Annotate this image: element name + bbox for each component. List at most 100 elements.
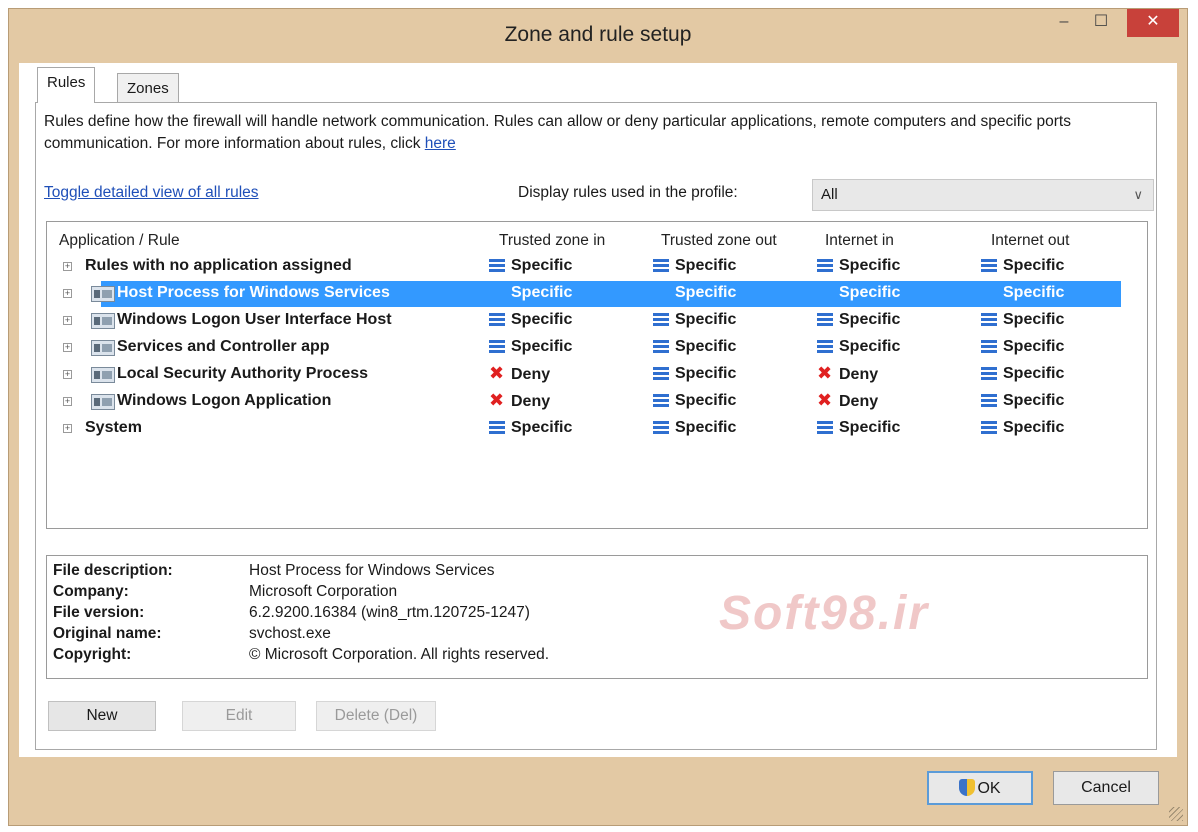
rule-cell-trusted-out[interactable]: Specific bbox=[653, 284, 736, 302]
rule-cell-trusted-in[interactable]: ✖ Deny bbox=[489, 391, 550, 411]
rule-cell-value: Specific bbox=[1003, 284, 1065, 301]
rule-cell-value: Specific bbox=[511, 284, 573, 301]
rule-cell-internet-out[interactable]: Specific bbox=[981, 311, 1064, 329]
rule-cell-internet-out[interactable]: Specific bbox=[981, 392, 1064, 410]
specific-rule-icon bbox=[489, 312, 505, 326]
column-header-internet-out[interactable]: Internet out bbox=[991, 232, 1069, 250]
rule-cell-trusted-out[interactable]: Specific bbox=[653, 257, 736, 275]
application-icon bbox=[91, 394, 115, 410]
expand-icon[interactable]: + bbox=[63, 262, 72, 271]
rule-cell-trusted-in[interactable]: ✖ Deny bbox=[489, 363, 550, 384]
rule-cell-value: Specific bbox=[511, 338, 573, 355]
rule-cell-internet-out[interactable]: Specific bbox=[981, 338, 1064, 356]
maximize-button[interactable]: ☐ bbox=[1081, 9, 1121, 37]
rule-name: Services and Controller app bbox=[117, 338, 330, 355]
more-info-link[interactable]: here bbox=[425, 135, 456, 152]
detail-label: File version: bbox=[53, 604, 145, 621]
application-icon bbox=[91, 340, 115, 356]
specific-rule-icon bbox=[981, 339, 997, 353]
column-header-trusted-in[interactable]: Trusted zone in bbox=[499, 232, 605, 250]
rule-row[interactable]: + Windows Logon User Interface Host Specif… bbox=[47, 308, 1123, 334]
rule-name: Windows Logon Application bbox=[117, 392, 332, 409]
edit-rule-button[interactable]: Edit bbox=[182, 701, 296, 731]
rule-cell-value: Specific bbox=[1003, 311, 1065, 328]
dialog-client-area: Rules Zones Rules define how the firewal… bbox=[19, 63, 1177, 757]
rule-cell-trusted-in[interactable]: Specific bbox=[489, 338, 572, 356]
rule-name: System bbox=[85, 419, 142, 436]
rule-cell-trusted-in[interactable]: Specific bbox=[489, 257, 572, 275]
rule-row[interactable]: + Rules with no application assigned Speci… bbox=[47, 254, 1123, 280]
rule-cell-internet-in[interactable]: Specific bbox=[817, 338, 900, 356]
expand-icon[interactable]: + bbox=[63, 343, 72, 352]
rule-cell-internet-out[interactable]: Specific bbox=[981, 419, 1064, 437]
rule-cell-value: Specific bbox=[1003, 392, 1065, 409]
rule-cell-internet-in[interactable]: ✖ Deny bbox=[817, 364, 878, 384]
column-header-application[interactable]: Application / Rule bbox=[59, 232, 180, 250]
rule-cell-internet-in[interactable]: ✖ Deny bbox=[817, 391, 878, 411]
rule-cell-internet-out[interactable]: Specific bbox=[981, 284, 1064, 302]
detail-label: Copyright: bbox=[53, 646, 132, 663]
rule-cell-internet-out[interactable]: Specific bbox=[981, 365, 1064, 383]
rule-cell-trusted-out[interactable]: Specific bbox=[653, 419, 736, 437]
rule-cell-internet-in[interactable]: Specific bbox=[817, 311, 900, 329]
rule-row[interactable]: + Windows Logon Application ✖ Deny Specific ✖… bbox=[47, 389, 1123, 415]
delete-rule-button[interactable]: Delete (Del) bbox=[316, 701, 436, 731]
specific-rule-icon bbox=[653, 339, 669, 353]
rule-cell-trusted-in[interactable]: Specific bbox=[489, 284, 572, 302]
profile-select[interactable]: All ∨ bbox=[812, 179, 1154, 211]
specific-rule-icon bbox=[981, 420, 997, 434]
rule-cell-value: Specific bbox=[675, 338, 737, 355]
tab-rules[interactable]: Rules bbox=[37, 67, 96, 103]
specific-rule-icon bbox=[489, 420, 505, 434]
rule-cell-internet-in[interactable]: Specific bbox=[817, 419, 900, 437]
expand-icon[interactable]: + bbox=[63, 424, 72, 433]
rule-cell-value: Specific bbox=[839, 311, 901, 328]
rule-cell-value: Specific bbox=[511, 311, 573, 328]
specific-rule-icon bbox=[489, 339, 505, 353]
detail-value: 6.2.9200.16384 (win8_rtm.120725-1247) bbox=[249, 604, 530, 621]
detail-value: svchost.exe bbox=[249, 625, 331, 642]
ok-button[interactable]: OK bbox=[927, 771, 1033, 805]
rule-cell-value: Specific bbox=[675, 365, 737, 382]
rule-name: Local Security Authority Process bbox=[117, 365, 369, 382]
expand-icon[interactable]: + bbox=[63, 370, 72, 379]
expand-icon[interactable]: + bbox=[63, 289, 72, 298]
rule-cell-trusted-out[interactable]: Specific bbox=[653, 311, 736, 329]
rules-description: Rules define how the firewall will handl… bbox=[44, 111, 1144, 155]
rule-cell-trusted-out[interactable]: Specific bbox=[653, 338, 736, 356]
rule-row[interactable]: + System Specific Specific Specific Specific bbox=[47, 416, 1123, 442]
column-header-internet-in[interactable]: Internet in bbox=[825, 232, 894, 250]
expand-icon[interactable]: + bbox=[63, 397, 72, 406]
cancel-button[interactable]: Cancel bbox=[1053, 771, 1159, 805]
specific-rule-icon bbox=[817, 339, 833, 353]
application-icon bbox=[91, 286, 115, 302]
column-header-trusted-out[interactable]: Trusted zone out bbox=[661, 232, 777, 250]
deny-icon: ✖ bbox=[489, 363, 505, 383]
rule-name: Host Process for Windows Services bbox=[117, 284, 390, 301]
rules-list[interactable]: Application / Rule Trusted zone in Trust… bbox=[46, 221, 1148, 529]
toggle-detailed-view-link[interactable]: Toggle detailed view of all rules bbox=[44, 184, 259, 202]
rule-cell-value: Specific bbox=[839, 338, 901, 355]
rule-cell-trusted-out[interactable]: Specific bbox=[653, 365, 736, 383]
rule-cell-trusted-in[interactable]: Specific bbox=[489, 419, 572, 437]
file-details-panel: File description: Host Process for Window… bbox=[46, 555, 1148, 679]
rule-cell-value: Specific bbox=[511, 257, 573, 274]
minimize-button[interactable]: – bbox=[1051, 9, 1077, 37]
rule-cell-internet-in[interactable]: Specific bbox=[817, 257, 900, 275]
title-bar[interactable]: Zone and rule setup – ☐ ✕ bbox=[9, 9, 1187, 63]
rule-row[interactable]: + Local Security Authority Process ✖ Deny Sp… bbox=[47, 362, 1123, 388]
rule-cell-trusted-out[interactable]: Specific bbox=[653, 392, 736, 410]
close-button[interactable]: ✕ bbox=[1127, 9, 1179, 37]
rule-cell-internet-in[interactable]: Specific bbox=[817, 284, 900, 302]
rule-cell-internet-out[interactable]: Specific bbox=[981, 257, 1064, 275]
application-icon bbox=[91, 367, 115, 383]
expand-icon[interactable]: + bbox=[63, 316, 72, 325]
rule-row[interactable]: + Services and Controller app Specific Spec… bbox=[47, 335, 1123, 361]
resize-grip[interactable] bbox=[1169, 807, 1183, 821]
application-icon bbox=[91, 313, 115, 329]
rule-cell-trusted-in[interactable]: Specific bbox=[489, 311, 572, 329]
new-rule-button[interactable]: New bbox=[48, 701, 156, 731]
rule-row[interactable]: + Host Process for Windows Services Specif… bbox=[47, 281, 1123, 307]
rule-cell-value: Specific bbox=[1003, 419, 1065, 436]
tab-zones[interactable]: Zones bbox=[117, 73, 179, 103]
